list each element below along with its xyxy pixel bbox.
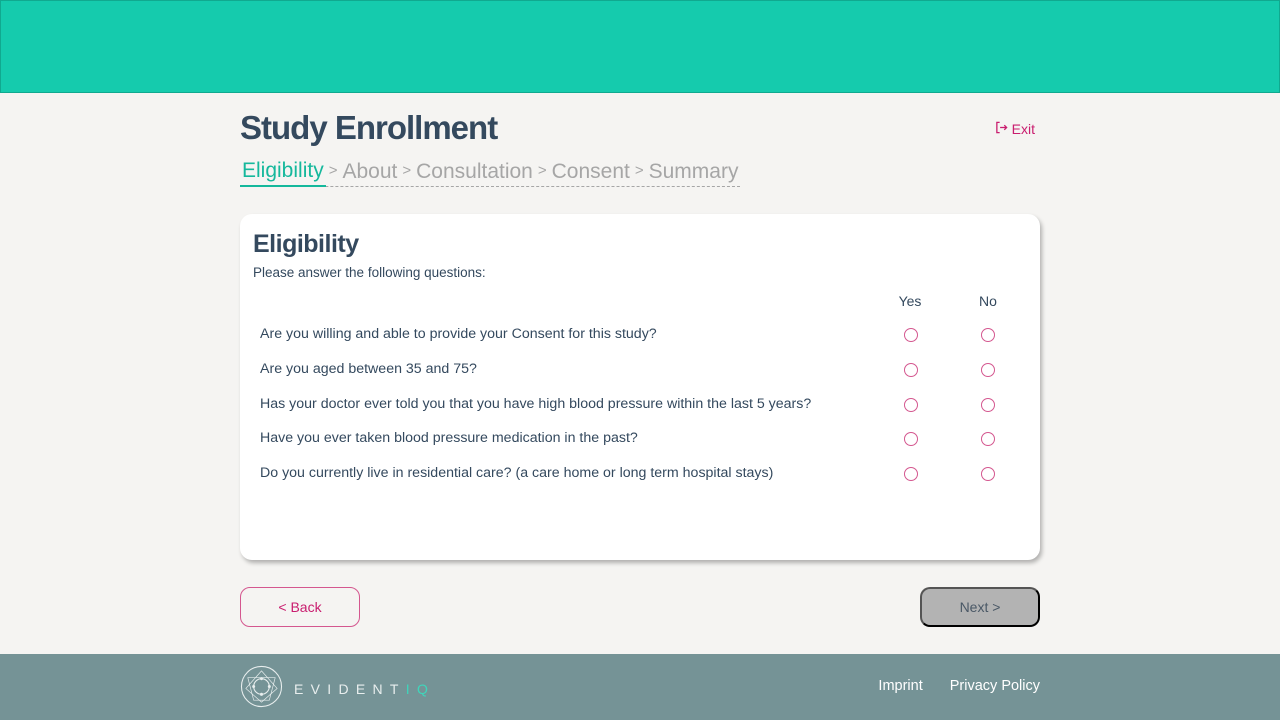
page-title: Study Enrollment	[240, 109, 498, 146]
radio-yes[interactable]	[904, 328, 918, 342]
chevron-right-icon: >	[634, 162, 644, 179]
question-text: Has your doctor ever told you that you h…	[260, 396, 812, 412]
radio-yes[interactable]	[904, 363, 918, 377]
exit-link[interactable]: Exit	[995, 121, 1035, 137]
question-row: Have you ever taken blood pressure medic…	[260, 422, 1020, 456]
step-about[interactable]: About	[340, 160, 399, 186]
step-consultation[interactable]: Consultation	[414, 160, 535, 186]
brand-logo: EVIDENTIQ	[240, 665, 435, 713]
back-button[interactable]: < Back	[240, 587, 360, 627]
footer: EVIDENTIQ Imprint Privacy Policy	[0, 654, 1280, 720]
exit-label: Exit	[1011, 121, 1035, 137]
radio-no[interactable]	[981, 363, 995, 377]
privacy-policy-link[interactable]: Privacy Policy	[950, 678, 1040, 694]
question-row: Has your doctor ever told you that you h…	[260, 388, 1020, 422]
card-title: Eligibility	[253, 230, 359, 258]
brand-name: EVIDENTIQ	[294, 681, 435, 697]
progress-stepper: Eligibility > About > Consultation > Con…	[240, 159, 741, 187]
chevron-right-icon: >	[537, 162, 547, 179]
imprint-link[interactable]: Imprint	[878, 678, 922, 694]
radio-yes[interactable]	[904, 398, 918, 412]
top-banner	[0, 0, 1280, 93]
footer-links: Imprint Privacy Policy	[878, 678, 1040, 694]
chevron-right-icon: >	[328, 162, 338, 179]
eligibility-card: Eligibility Please answer the following …	[240, 214, 1040, 560]
step-consent[interactable]: Consent	[550, 160, 632, 186]
brand-name-accent: IQ	[405, 681, 436, 697]
step-summary[interactable]: Summary	[647, 160, 741, 186]
question-text: Have you ever taken blood pressure medic…	[260, 430, 638, 446]
question-row: Are you aged between 35 and 75?	[260, 353, 1020, 387]
radio-no[interactable]	[981, 328, 995, 342]
sign-out-icon	[995, 121, 1008, 137]
column-header-yes: Yes	[898, 293, 922, 309]
logo-icon	[240, 665, 283, 713]
question-text: Are you aged between 35 and 75?	[260, 361, 477, 377]
radio-yes[interactable]	[904, 467, 918, 481]
column-header-no: No	[979, 293, 997, 309]
question-text: Do you currently live in residential car…	[260, 465, 774, 481]
brand-name-main: EVIDENT	[294, 681, 406, 697]
radio-no[interactable]	[981, 432, 995, 446]
chevron-right-icon: >	[402, 162, 412, 179]
step-eligibility[interactable]: Eligibility	[240, 159, 326, 187]
question-row: Do you currently live in residential car…	[260, 457, 1020, 491]
radio-no[interactable]	[981, 398, 995, 412]
card-subtitle: Please answer the following questions:	[253, 265, 486, 280]
next-button[interactable]: Next >	[920, 587, 1040, 627]
radio-no[interactable]	[981, 467, 995, 481]
radio-yes[interactable]	[904, 432, 918, 446]
question-text: Are you willing and able to provide your…	[260, 326, 657, 342]
question-row: Are you willing and able to provide your…	[260, 318, 1020, 352]
